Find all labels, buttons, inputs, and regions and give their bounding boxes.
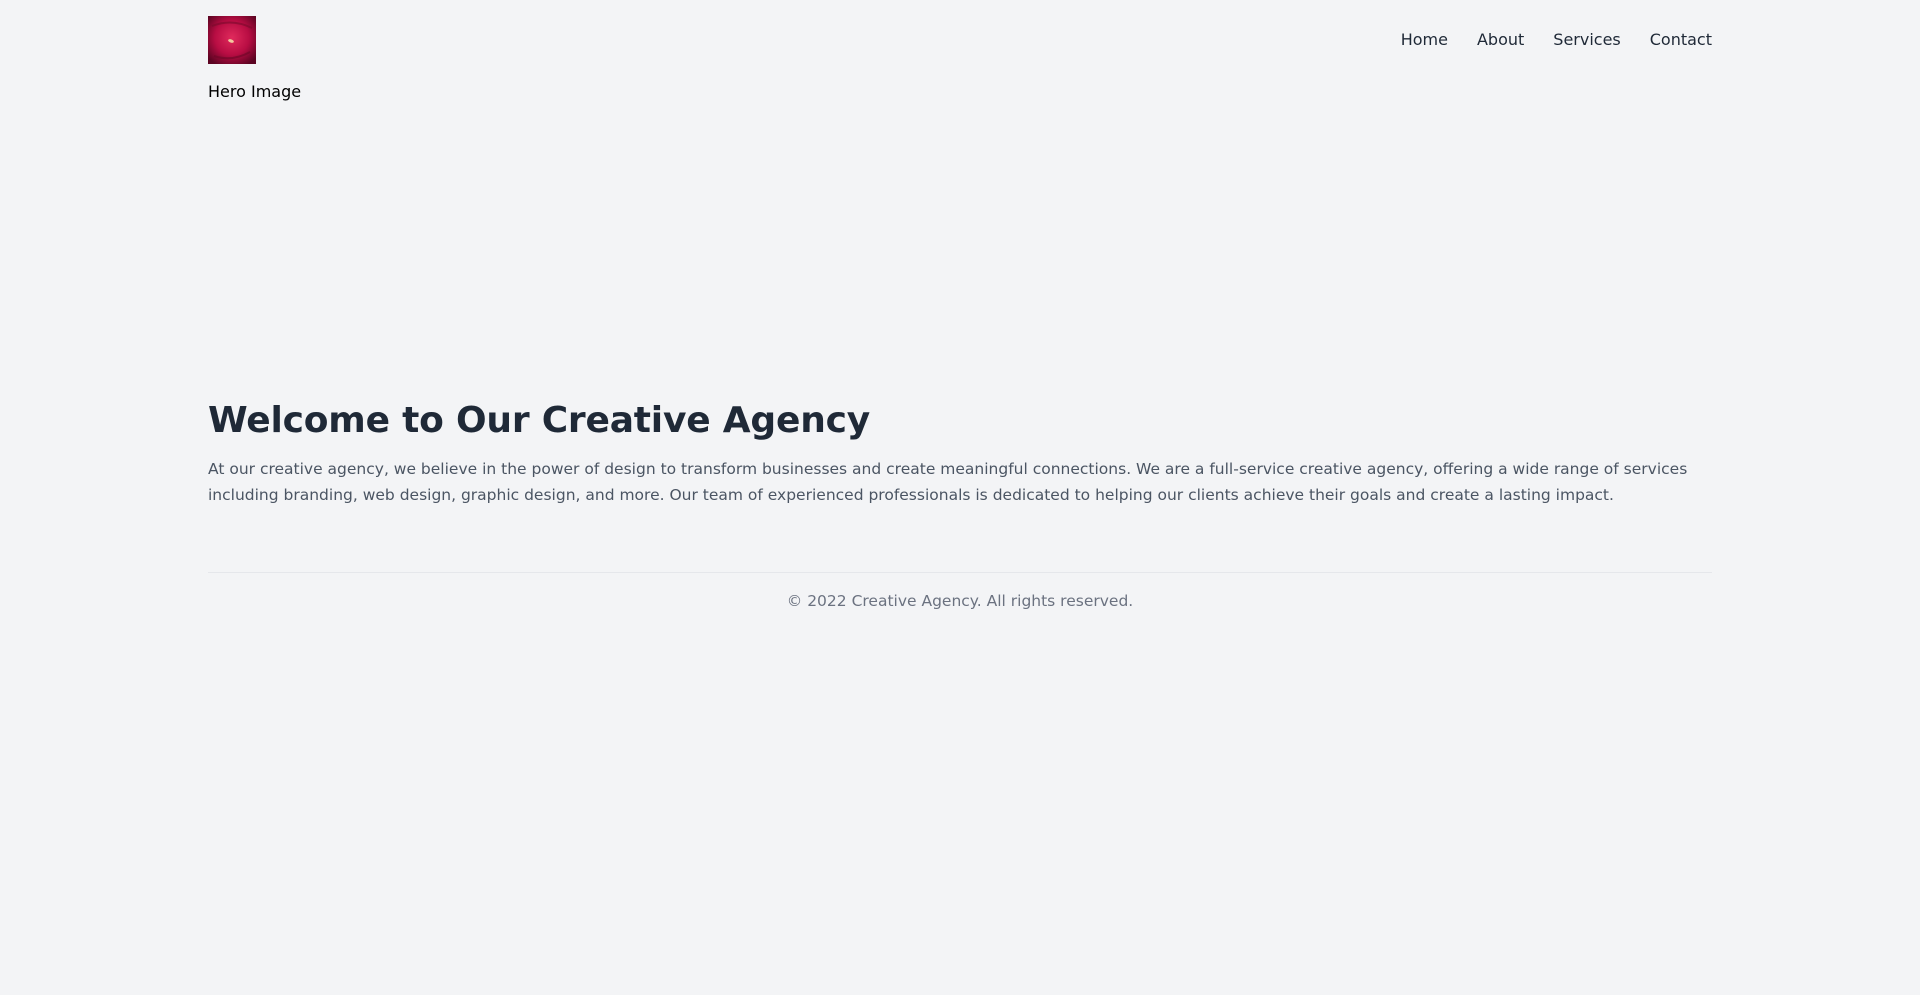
nav-link-home[interactable]: Home [1401, 30, 1448, 50]
logo-image-icon[interactable] [208, 16, 256, 64]
hero-image-alt-text: Hero Image [208, 82, 302, 101]
nav-link-about[interactable]: About [1477, 30, 1524, 50]
nav-link-contact[interactable]: Contact [1650, 30, 1712, 50]
copyright-text: © 2022 Creative Agency. All rights reser… [786, 592, 1134, 610]
page-container: Home About Services Contact Hero Image W… [208, 0, 1712, 610]
nav-link-services[interactable]: Services [1553, 30, 1620, 50]
page-title: Welcome to Our Creative Agency [208, 400, 871, 441]
main-nav: Home About Services Contact [1401, 30, 1712, 50]
site-header: Home About Services Contact [208, 0, 1712, 80]
intro-paragraph: At our creative agency, we believe in th… [208, 460, 1688, 504]
footer-divider [208, 572, 1712, 573]
